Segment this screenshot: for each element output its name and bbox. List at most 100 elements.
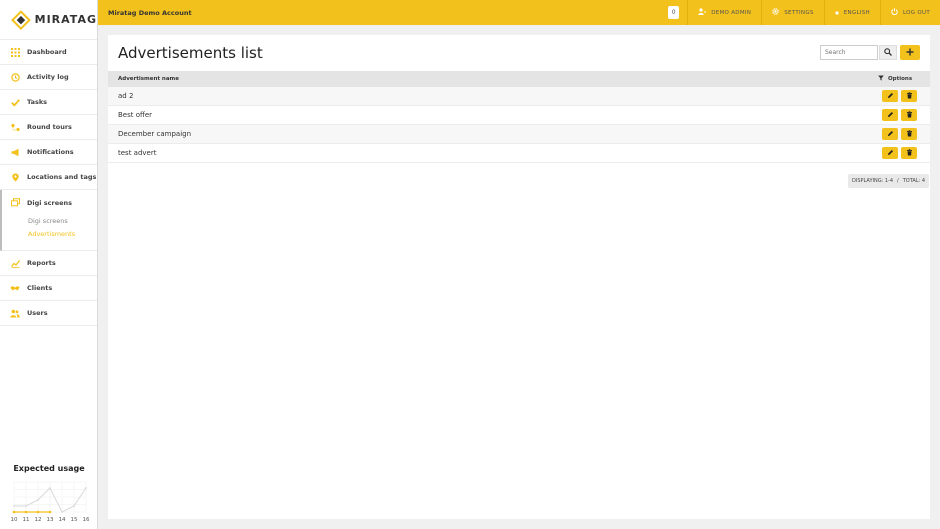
main-card: Advertisements list Advertisment name Op… [108, 35, 930, 519]
language-label: ENGLISH [843, 9, 870, 16]
advertisement-name: Best offer [118, 111, 153, 119]
sidebar-item-notifications[interactable]: Notifications [0, 140, 97, 165]
delete-button[interactable] [901, 147, 917, 159]
sidebar-item-clients[interactable]: Clients [0, 276, 97, 301]
usage-title: Expected usage [13, 464, 85, 473]
edit-button[interactable] [882, 109, 898, 121]
user-menu[interactable]: DEMO ADMIN [687, 0, 761, 25]
add-advertisement-button[interactable] [900, 45, 920, 60]
sidebar-subitem-digi-screens[interactable]: Digi screens [2, 215, 97, 228]
sidebar-group-digi-screens: Digi screens Digi screens Advertisments [0, 190, 97, 251]
sidebar: MIRATAG Dashboard Activity log Tasks Rou… [0, 0, 98, 529]
sidebar-item-label: Round tours [27, 123, 72, 131]
row-actions [882, 147, 930, 159]
check-icon [10, 98, 20, 107]
sidebar-item-digi-screens[interactable]: Digi screens [2, 190, 97, 215]
column-header-name[interactable]: Advertisment name [108, 76, 878, 82]
sidebar-item-label: Activity log [27, 73, 69, 81]
pencil-icon [887, 149, 894, 158]
row-actions [882, 128, 930, 140]
sidebar-subitem-advertisments[interactable]: Advertisments [2, 228, 97, 241]
usage-point [25, 505, 27, 507]
sidebar-item-label: Clients [27, 284, 53, 292]
sidebar-item-locations-and-tags[interactable]: Locations and tags [0, 165, 97, 190]
notification-badge[interactable]: 0 [668, 6, 680, 19]
sidebar-item-round-tours[interactable]: Round tours [0, 115, 97, 140]
advertisement-name: ad 2 [118, 92, 134, 100]
flag-icon [835, 9, 839, 17]
sidebar-item-label: Tasks [27, 98, 48, 106]
sidebar-item-users[interactable]: Users [0, 301, 97, 326]
usage-x-tick-label: 11 [23, 517, 30, 523]
page-title: Advertisements list [118, 44, 263, 62]
table-header: Advertisment name Options [108, 71, 930, 87]
table-row[interactable]: December campaign [108, 125, 930, 144]
sidebar-item-label: Digi screens [27, 198, 73, 207]
sidebar-item-label: Notifications [27, 148, 74, 156]
route-icon [10, 123, 20, 132]
trash-icon [906, 91, 913, 101]
settings-label: SETTINGS [784, 9, 814, 16]
edit-button[interactable] [882, 147, 898, 159]
pager-total: TOTAL: 4 [902, 178, 926, 184]
trash-icon [906, 110, 913, 120]
grid-icon [10, 47, 20, 57]
usage-x-tick-label: 16 [83, 517, 90, 523]
trash-icon [906, 129, 913, 139]
usage-chart: 10 11 12 13 14 15 16 [11, 481, 90, 523]
row-actions [882, 90, 930, 102]
gear-icon [772, 8, 780, 17]
table-row[interactable]: ad 2 [108, 87, 930, 106]
options-label: Options [888, 76, 913, 82]
user-icon [698, 8, 707, 17]
column-header-options[interactable]: Options [878, 75, 930, 83]
logo-icon [11, 9, 31, 30]
usage-point [36, 510, 40, 514]
sidebar-item-dashboard[interactable]: Dashboard [0, 40, 97, 65]
search-button[interactable] [879, 45, 897, 60]
search-icon [884, 47, 892, 58]
user-name: DEMO ADMIN [711, 9, 752, 16]
settings-link[interactable]: SETTINGS [761, 0, 823, 25]
delete-button[interactable] [901, 109, 917, 121]
handshake-icon [10, 284, 20, 293]
row-actions [882, 109, 930, 121]
power-icon [891, 8, 898, 17]
pin-icon [10, 173, 20, 182]
pagination-info: DISPLAYING: 1-4 / TOTAL: 4 [848, 174, 930, 188]
logo-text: MIRATAG [34, 13, 97, 26]
sidebar-item-reports[interactable]: Reports [0, 251, 97, 276]
logout-link[interactable]: LOG OUT [879, 0, 940, 25]
usage-x-tick-label: 13 [47, 517, 54, 523]
sidebar-item-tasks[interactable]: Tasks [0, 90, 97, 115]
usage-x-tick-label: 12 [35, 517, 42, 523]
logo[interactable]: MIRATAG [0, 0, 97, 40]
usage-point [13, 505, 15, 507]
sidebar-item-label: Dashboard [27, 48, 67, 56]
language-selector[interactable]: ENGLISH [823, 0, 880, 25]
usage-point [24, 510, 28, 514]
pencil-icon [887, 130, 894, 139]
table-row[interactable]: test advert [108, 144, 930, 163]
filter-icon [878, 75, 884, 83]
top-bar: Miratag Demo Account 0 DEMO ADMIN SETTIN… [98, 0, 940, 25]
history-icon [10, 72, 20, 82]
edit-button[interactable] [882, 128, 898, 140]
delete-button[interactable] [901, 128, 917, 140]
sidebar-item-activity-log[interactable]: Activity log [0, 65, 97, 90]
sidebar-item-label: Locations and tags [27, 173, 97, 181]
edit-button[interactable] [882, 90, 898, 102]
advertisement-name: test advert [118, 149, 157, 157]
usage-point [49, 487, 51, 489]
search-input[interactable] [820, 45, 878, 60]
delete-button[interactable] [901, 90, 917, 102]
usage-x-tick-label: 15 [71, 517, 78, 523]
table-row[interactable]: Best offer [108, 106, 930, 125]
usage-point [12, 510, 16, 514]
plus-icon [906, 46, 914, 59]
usage-point [73, 505, 75, 507]
sidebar-item-label: Reports [27, 259, 56, 267]
screens-icon [10, 198, 20, 207]
account-name: Miratag Demo Account [108, 8, 192, 17]
usage-point [37, 499, 39, 501]
